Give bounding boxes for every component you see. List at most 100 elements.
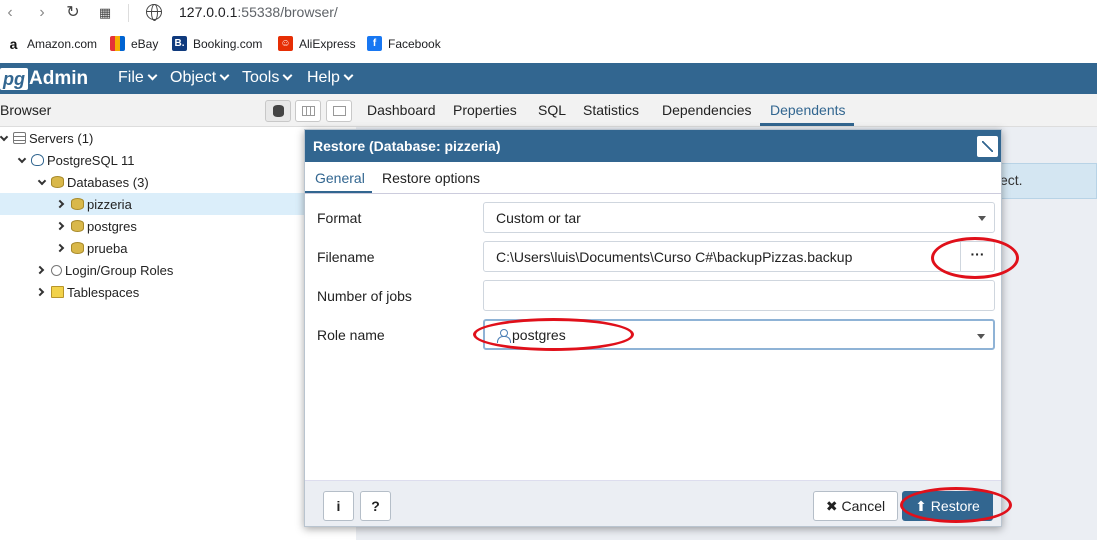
tab-sql[interactable]: SQL (538, 102, 566, 118)
chevron-down-icon (0, 132, 9, 141)
back-icon[interactable]: ‹ (0, 3, 20, 23)
amazon-icon: a (6, 36, 21, 52)
menu-help[interactable]: Help (307, 69, 354, 87)
caret-down-icon (977, 334, 985, 339)
bookmark-facebook[interactable]: f Facebook (367, 36, 441, 51)
bookmarks-bar: a Amazon.com eBay B. Booking.com ☺ AliEx… (0, 34, 1097, 56)
folder-icon (51, 286, 64, 298)
elephant-icon (31, 154, 44, 166)
tree-item-label: Login/Group Roles (65, 262, 174, 278)
help-button[interactable]: ? (360, 491, 391, 521)
ebay-icon (110, 36, 125, 51)
tab-dependencies[interactable]: Dependencies (662, 102, 752, 118)
servers-icon (13, 132, 26, 144)
info-message-text: ect. (1000, 172, 1023, 188)
user-icon (497, 329, 511, 343)
role-name-select[interactable]: postgres (483, 319, 995, 350)
query-tool-button[interactable] (265, 100, 291, 122)
browse-file-button[interactable]: ··· (960, 241, 995, 272)
bookmark-aliexpress[interactable]: ☺ AliExpress (278, 36, 356, 51)
tree-item-label: PostgreSQL 11 (47, 152, 135, 168)
help-icon: ? (371, 498, 380, 514)
forward-icon[interactable]: › (32, 3, 52, 23)
cancel-button[interactable]: ✖ Cancel (813, 491, 898, 521)
role-name-label: Role name (317, 327, 385, 343)
chevron-down-icon (219, 70, 230, 81)
browser-panel-header: Browser (0, 94, 356, 127)
browser-toolbar: ‹ › ↻ ▦ 127.0.0.1:55338/browser/ (0, 0, 1097, 26)
chevron-right-icon (55, 221, 65, 231)
format-label: Format (317, 210, 362, 226)
bookmark-amazon[interactable]: a Amazon.com (6, 36, 98, 52)
chevron-right-icon (35, 265, 45, 275)
active-tab-indicator (760, 123, 854, 126)
chevron-right-icon (35, 287, 45, 297)
format-selected-value: Custom or tar (496, 210, 581, 226)
chevron-down-icon (17, 154, 27, 163)
tab-statistics[interactable]: Statistics (583, 102, 639, 118)
caret-down-icon (978, 216, 986, 221)
bookmark-ebay[interactable]: eBay (110, 36, 158, 51)
tab-restore-options[interactable]: Restore options (382, 170, 480, 186)
reload-icon[interactable]: ↻ (63, 3, 83, 23)
dialog-footer: i ? ✖ Cancel ⬆ Restore (305, 480, 1001, 526)
view-data-button[interactable] (295, 100, 321, 122)
dialog-title-bar[interactable]: Restore (Database: pizzeria) (305, 130, 1001, 162)
tree-item-label: Databases (3) (67, 174, 149, 190)
tree-item-pizzeria[interactable]: pizzeria (0, 193, 356, 215)
main-tab-bar: Dashboard Properties SQL Statistics Depe… (356, 94, 1097, 127)
chevron-down-icon (147, 70, 158, 81)
filename-value: C:\Users\luis\Documents\Curso C#\backupP… (496, 249, 853, 265)
bookmark-label: Facebook (388, 36, 441, 51)
tree-item-login-roles[interactable]: Login/Group Roles (0, 259, 356, 281)
restore-dialog: Restore (Database: pizzeria) General Res… (304, 129, 1002, 527)
tree-item-label: postgres (87, 218, 137, 234)
role-selected-value: postgres (512, 327, 566, 343)
table-icon (302, 106, 315, 116)
menu-tools[interactable]: Tools (242, 69, 293, 87)
toolbar-divider (128, 4, 129, 22)
tree-item-postgresql[interactable]: PostgreSQL 11 (0, 149, 356, 171)
browser-panel-title: Browser (0, 102, 52, 118)
booking-icon: B. (172, 36, 187, 51)
number-of-jobs-input[interactable] (483, 280, 995, 311)
tree-item-prueba[interactable]: prueba (0, 237, 356, 259)
filename-input[interactable]: C:\Users\luis\Documents\Curso C#\backupP… (483, 241, 961, 272)
facebook-icon: f (367, 36, 382, 51)
filter-rows-button[interactable] (326, 100, 352, 122)
bookmark-label: AliExpress (299, 36, 356, 51)
database-icon (273, 105, 284, 117)
tree-item-databases[interactable]: Databases (3) (0, 171, 356, 193)
tab-dashboard[interactable]: Dashboard (367, 102, 436, 118)
address-bar[interactable]: 127.0.0.1:55338/browser/ (179, 4, 338, 20)
ellipsis-icon: ··· (970, 246, 985, 262)
maximize-button[interactable] (977, 136, 998, 157)
bookmark-booking[interactable]: B. Booking.com (172, 36, 262, 51)
apps-grid-icon[interactable]: ▦ (95, 3, 115, 23)
pgadmin-logo: pg Admin (0, 67, 88, 91)
filename-label: Filename (317, 249, 375, 265)
database-icon (51, 176, 64, 188)
database-icon (71, 242, 84, 254)
tree-item-tablespaces[interactable]: Tablespaces (0, 281, 356, 303)
bookmark-label: Amazon.com (27, 36, 98, 51)
menu-object[interactable]: Object (170, 69, 230, 87)
database-icon (71, 220, 84, 232)
chevron-down-icon (37, 176, 47, 185)
tree-item-servers[interactable]: Servers (1) (0, 127, 356, 149)
tab-properties[interactable]: Properties (453, 102, 517, 118)
info-icon: i (336, 498, 341, 514)
info-button[interactable]: i (323, 491, 354, 521)
tab-general[interactable]: General (315, 170, 365, 186)
tree-item-postgres[interactable]: postgres (0, 215, 356, 237)
format-select[interactable]: Custom or tar (483, 202, 995, 233)
dialog-tab-bar: General Restore options (305, 162, 1001, 194)
filter-icon (333, 106, 346, 116)
active-tab-indicator (305, 191, 372, 193)
object-tree: Servers (1) PostgreSQL 11 Databases (3) … (0, 127, 356, 540)
upload-icon: ⬆ (915, 498, 927, 514)
restore-button[interactable]: ⬆ Restore (902, 491, 993, 521)
menu-file[interactable]: File (118, 69, 158, 87)
tab-dependents[interactable]: Dependents (770, 102, 846, 118)
users-icon (51, 264, 62, 276)
